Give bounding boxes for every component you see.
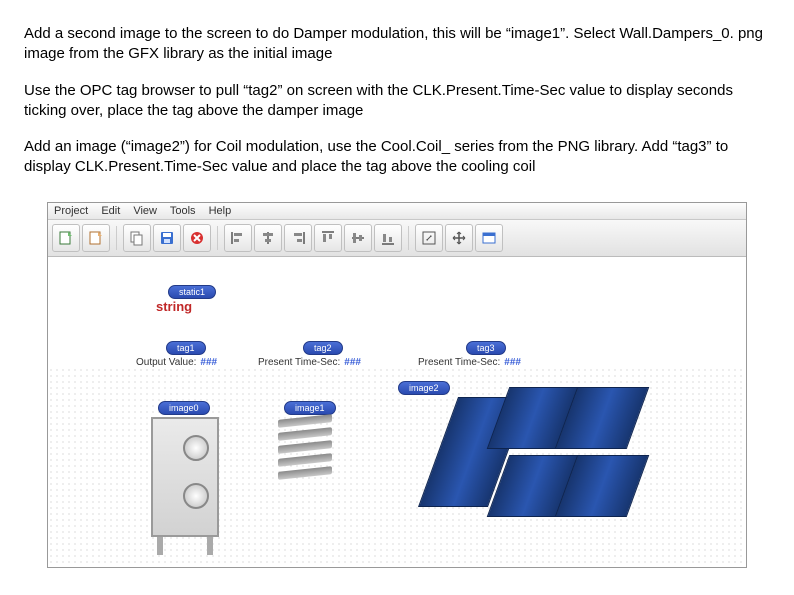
delete-icon[interactable]: [183, 224, 211, 252]
tag2-label: Present Time-Sec:: [258, 357, 340, 368]
instruction-paragraph-3: Add an image (“image2”) for Coil modulat…: [24, 137, 770, 178]
fan-icon: [183, 483, 209, 509]
disk-icon[interactable]: [153, 224, 181, 252]
image1-damper[interactable]: [278, 417, 332, 477]
copy-icon[interactable]: [123, 224, 151, 252]
open-icon[interactable]: [82, 224, 110, 252]
tag1-label: Output Value:: [136, 357, 196, 368]
align-right-icon[interactable]: [284, 224, 312, 252]
align-center-icon[interactable]: [254, 224, 282, 252]
arrows-icon[interactable]: [445, 224, 473, 252]
tag3-handle[interactable]: tag3: [466, 341, 506, 355]
tag1-handle[interactable]: tag1: [166, 341, 206, 355]
image0-handle[interactable]: image0: [158, 401, 210, 415]
tag2-value[interactable]: Present Time-Sec: ###: [258, 357, 361, 368]
toolbar: [48, 220, 746, 257]
tag3-label: Present Time-Sec:: [418, 357, 500, 368]
align-left-icon[interactable]: [224, 224, 252, 252]
tag1-value[interactable]: Output Value: ###: [136, 357, 217, 368]
new-project-icon[interactable]: [52, 224, 80, 252]
tag3-value[interactable]: Present Time-Sec: ###: [418, 357, 521, 368]
image1-handle[interactable]: image1: [284, 401, 336, 415]
menu-edit[interactable]: Edit: [101, 205, 120, 217]
static1-text[interactable]: string: [156, 299, 192, 314]
instruction-paragraph-1: Add a second image to the screen to do D…: [24, 24, 770, 65]
image2-cooling-coil[interactable]: [438, 387, 678, 527]
image0-ahu[interactable]: [151, 417, 219, 537]
window-icon[interactable]: [475, 224, 503, 252]
menu-help[interactable]: Help: [209, 205, 232, 217]
tag2-hash: ###: [344, 357, 361, 368]
design-canvas[interactable]: static1 string tag1 Output Value: ### ta…: [48, 257, 746, 567]
menu-project[interactable]: Project: [54, 205, 88, 217]
align-top-icon[interactable]: [314, 224, 342, 252]
static1-handle[interactable]: static1: [168, 285, 216, 299]
align-bottom-icon[interactable]: [374, 224, 402, 252]
menubar: Project Edit View Tools Help: [48, 203, 746, 220]
align-middle-icon[interactable]: [344, 224, 372, 252]
fan-icon: [183, 435, 209, 461]
tag3-hash: ###: [504, 357, 521, 368]
tag1-hash: ###: [200, 357, 217, 368]
menu-view[interactable]: View: [133, 205, 157, 217]
instruction-paragraph-2: Use the OPC tag browser to pull “tag2” o…: [24, 81, 770, 122]
tag2-handle[interactable]: tag2: [303, 341, 343, 355]
scada-editor-window: Project Edit View Tools Help static1 str…: [47, 202, 747, 568]
menu-tools[interactable]: Tools: [170, 205, 196, 217]
resize-icon[interactable]: [415, 224, 443, 252]
